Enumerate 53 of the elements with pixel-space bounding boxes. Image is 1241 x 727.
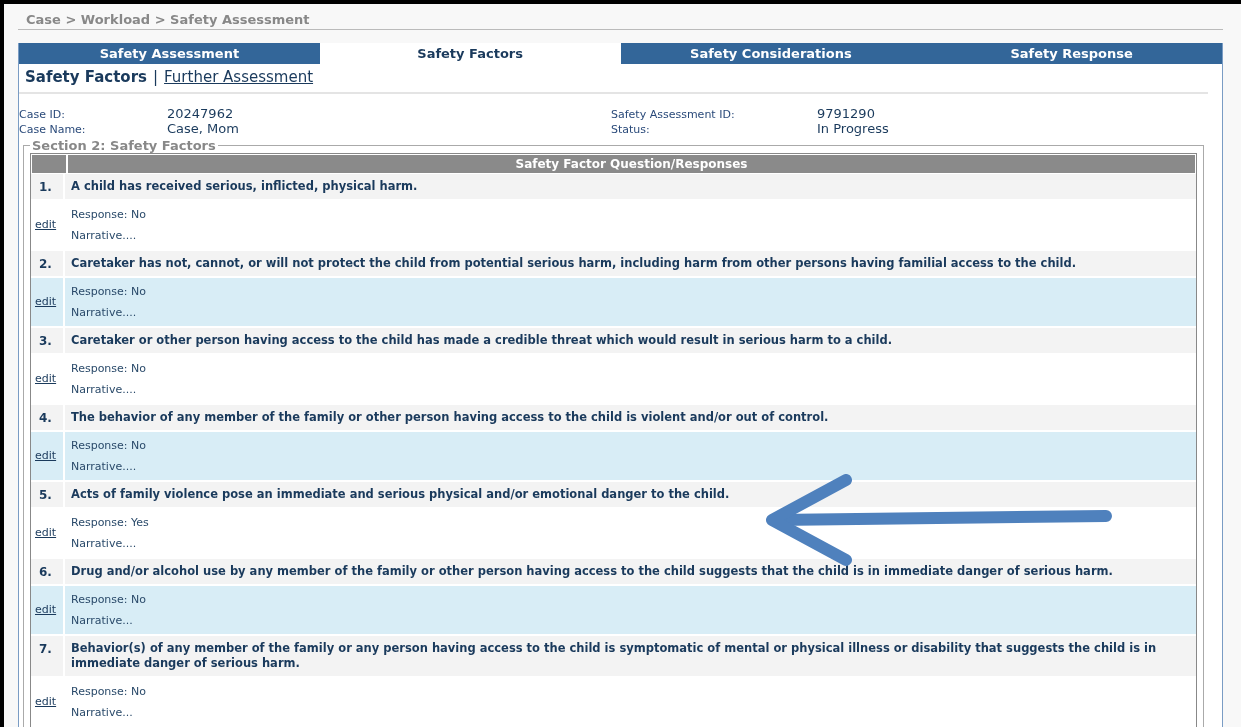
narrative-text: Narrative....: [71, 381, 138, 398]
question-number: 4.: [31, 404, 65, 430]
narrative-text: Narrative....: [71, 304, 138, 321]
narrative-text: Narrative....: [71, 535, 138, 552]
response-text: Response: No: [71, 360, 147, 377]
field-value: 20247962: [167, 106, 234, 121]
question-text: The behavior of any member of the family or other person having access to the child is violent and/or out of control.: [70, 408, 830, 426]
question-number: 6.: [31, 558, 65, 584]
tab[interactable]: Safety Assessment: [19, 43, 320, 64]
table-header: Safety Factor Question/Responses: [514, 156, 749, 173]
edit-link[interactable]: edit: [35, 526, 57, 540]
section-title: Section 2: Safety Factors: [31, 138, 217, 153]
question-text: A child has received serious, inflicted, physical harm.: [70, 178, 419, 195]
response-text: Response: No: [71, 206, 147, 223]
page-heading: Safety Factors: [25, 68, 147, 86]
edit-link[interactable]: edit: [35, 603, 57, 617]
separator-text: |: [153, 68, 159, 86]
tab[interactable]: Safety Response: [921, 43, 1222, 64]
edit-link[interactable]: edit: [35, 695, 57, 708]
question-text: Acts of family violence pose an immediate and serious physical and/or emotional danger to the child.: [70, 485, 731, 503]
edit-link[interactable]: edit: [35, 295, 57, 309]
field-value: 9791290: [817, 106, 875, 121]
response-text: Response: No: [71, 683, 147, 700]
narrative-text: Narrative....: [71, 458, 138, 475]
question-number: 1.: [31, 174, 65, 199]
question-number: 5.: [31, 481, 65, 507]
narrative-text: Narrative....: [71, 227, 138, 244]
response-text: Response: No: [71, 437, 147, 454]
question-text: Caretaker or other person having access to the child has made a credible threat which would result in serious harm to a child.: [70, 331, 894, 349]
tab[interactable]: Safety Considerations: [620, 43, 922, 64]
narrative-text: Narrative...: [71, 612, 134, 629]
tab[interactable]: Safety Factors: [319, 43, 621, 64]
breadcrumb: Case > Workload > Safety Assessment: [18, 8, 1223, 30]
edit-link[interactable]: edit: [35, 218, 57, 232]
field-label: Case ID:: [19, 108, 66, 121]
response-text: Response: Yes: [71, 514, 150, 531]
question-text: Drug and/or alcohol use by any member of the family or other person having access to the child suggests that the child is in immediate danger of serious harm.: [70, 562, 1114, 580]
further-assessment-link[interactable]: Further Assessment: [164, 68, 314, 86]
question-text: Behavior(s) of any member of the family or any person having access to the child is symptomatic of mental or physical illness or disability that suggests the child is in immediate danger of serious harm.: [70, 639, 1158, 672]
question-text: Caretaker has not, cannot, or will not protect the child from potential serious harm, including harm from other persons having familial access to the child.: [70, 254, 1078, 272]
response-text: Response: No: [71, 591, 147, 608]
question-number: 3.: [31, 327, 65, 353]
field-label: Case Name:: [19, 123, 87, 136]
question-number: 2.: [31, 250, 65, 276]
field-label: Status:: [611, 123, 651, 136]
response-text: Response: No: [71, 283, 147, 300]
question-number: 7.: [31, 635, 65, 676]
field-label: Safety Assessment ID:: [611, 108, 736, 121]
edit-link[interactable]: edit: [35, 449, 57, 463]
field-value: Case, Mom: [167, 121, 239, 136]
edit-link[interactable]: edit: [35, 372, 57, 386]
narrative-text: Narrative...: [71, 704, 134, 721]
field-value: In Progress: [817, 121, 889, 136]
